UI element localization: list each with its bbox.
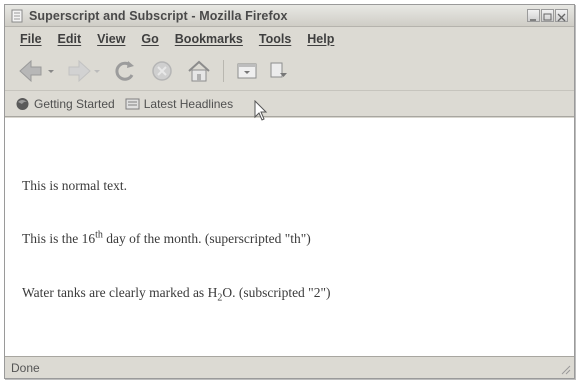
extension-icon xyxy=(270,62,287,77)
page-content: This is normal text. This is the 16th da… xyxy=(5,118,574,357)
menu-edit[interactable]: Edit xyxy=(58,32,82,46)
browser-window: Superscript and Subscript - Mozilla Fire… xyxy=(4,4,575,379)
navigation-toolbar xyxy=(5,51,574,91)
bookmarks-toolbar: Getting Started Latest Headlines xyxy=(5,91,574,117)
superscript-line: This is the 16th day of the month. (supe… xyxy=(22,229,311,247)
dropdown-arrow-icon[interactable] xyxy=(47,67,55,75)
bookmark-label: Getting Started xyxy=(34,96,115,111)
firefox-bookmark-icon xyxy=(16,97,29,110)
maximize-button[interactable] xyxy=(541,9,554,22)
window-icon xyxy=(237,63,257,78)
superscript-text: th xyxy=(95,229,103,241)
back-button[interactable] xyxy=(17,58,55,84)
home-icon xyxy=(188,60,210,81)
bookmark-latest-headlines[interactable]: Latest Headlines xyxy=(125,97,233,111)
close-icon xyxy=(557,13,566,22)
menu-bar: File Edit View Go Bookmarks Tools Help xyxy=(5,27,574,51)
stop-button[interactable] xyxy=(149,58,175,84)
minimize-button[interactable] xyxy=(527,9,540,22)
window-button[interactable] xyxy=(236,60,258,82)
subscript-text-before: Water tanks are clearly marked as H xyxy=(22,285,218,300)
title-bar: Superscript and Subscript - Mozilla Fire… xyxy=(5,5,574,27)
home-button[interactable] xyxy=(185,58,213,84)
back-arrow-icon xyxy=(19,59,42,82)
resize-grip-icon[interactable] xyxy=(559,363,571,375)
forward-arrow-icon xyxy=(68,59,91,82)
bookmark-getting-started[interactable]: Getting Started xyxy=(15,97,115,111)
status-bar: Done xyxy=(5,356,574,378)
window-title: Superscript and Subscript - Mozilla Fire… xyxy=(29,8,288,23)
dropdown-arrow-icon[interactable] xyxy=(93,67,101,75)
close-button[interactable] xyxy=(555,9,568,22)
mouse-pointer-icon xyxy=(254,100,268,121)
extension-button[interactable] xyxy=(268,60,290,82)
subscript-text-after: O. (subscripted "2") xyxy=(222,285,331,300)
maximize-icon xyxy=(543,13,552,21)
menu-bookmarks[interactable]: Bookmarks xyxy=(175,32,243,46)
status-text: Done xyxy=(11,360,40,375)
menu-file[interactable]: File xyxy=(20,32,42,46)
menu-go[interactable]: Go xyxy=(141,32,158,46)
toolbar-separator xyxy=(223,59,224,82)
window-controls xyxy=(527,9,568,22)
menu-tools[interactable]: Tools xyxy=(259,32,291,46)
superscript-text-before: This is the 16 xyxy=(22,231,96,246)
bookmark-label: Latest Headlines xyxy=(143,96,234,111)
superscript-text-after: day of the month. (superscripted "th") xyxy=(102,231,311,246)
forward-button[interactable] xyxy=(65,58,101,84)
document-icon xyxy=(11,9,23,22)
menu-view[interactable]: View xyxy=(97,32,125,46)
stop-icon xyxy=(152,60,172,81)
reload-icon xyxy=(115,60,134,81)
reload-button[interactable] xyxy=(111,58,139,84)
menu-help[interactable]: Help xyxy=(307,32,334,46)
normal-text-line: This is normal text. xyxy=(22,178,127,193)
subscript-line: Water tanks are clearly marked as H2O. (… xyxy=(22,285,331,303)
minimize-icon xyxy=(530,19,536,21)
rss-feed-icon xyxy=(125,98,140,109)
